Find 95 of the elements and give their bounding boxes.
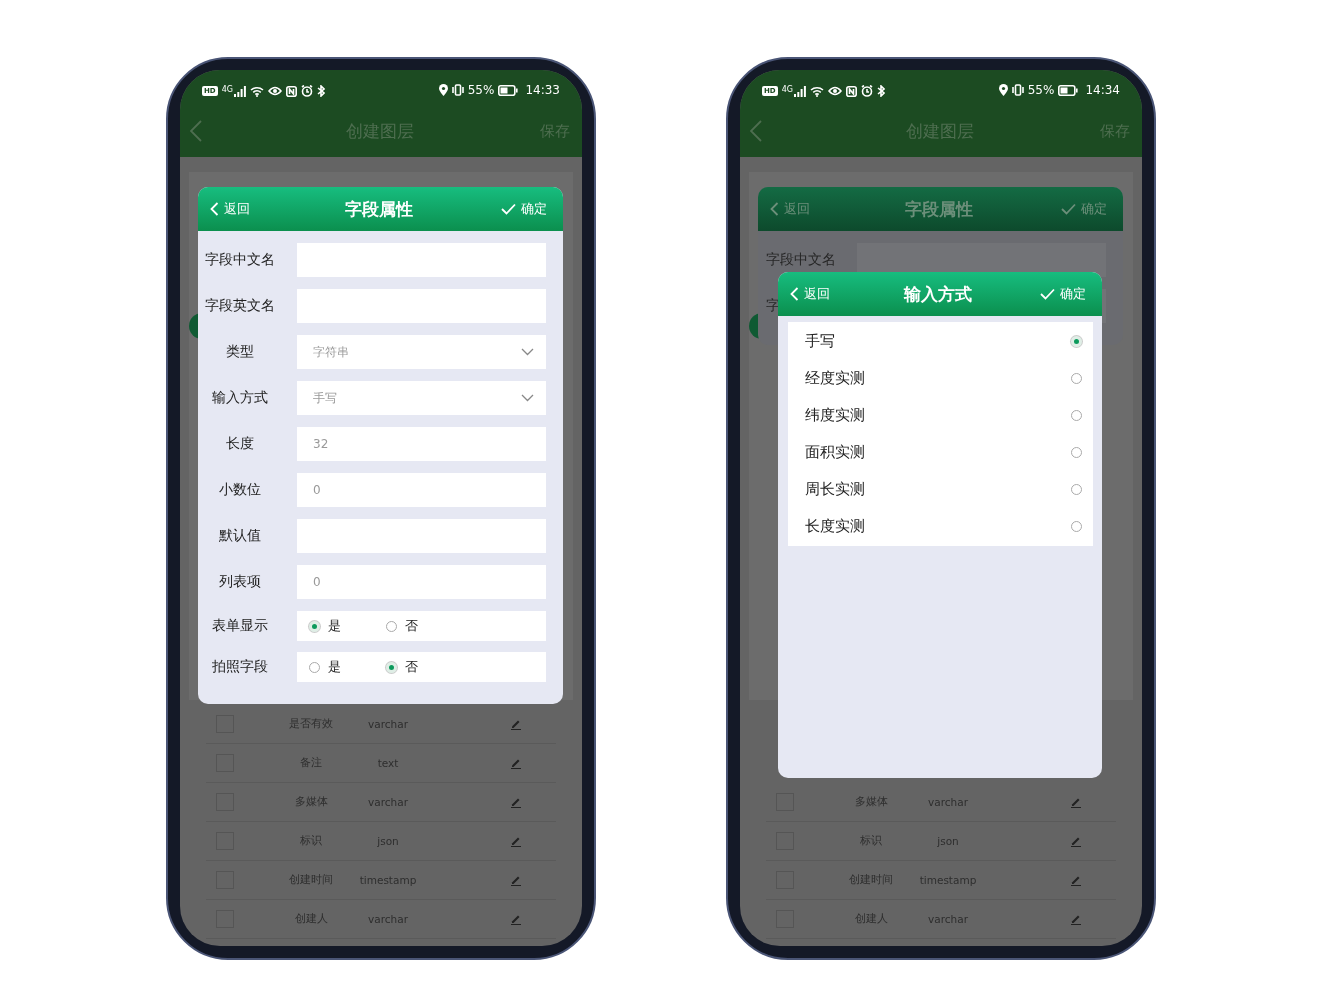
chevron-left-icon bbox=[770, 202, 779, 216]
nfc-icon bbox=[845, 85, 857, 97]
back-button[interactable]: 返回 bbox=[770, 200, 810, 218]
battery-percent: 55% bbox=[467, 83, 495, 97]
field-label: 表单显示 bbox=[211, 617, 269, 635]
vibrate-icon bbox=[1011, 84, 1024, 96]
location-pin-icon bbox=[998, 84, 1008, 96]
dialog-title: 输入方式 bbox=[904, 282, 972, 306]
option-label: 经度实测 bbox=[805, 369, 865, 388]
check-icon bbox=[1040, 288, 1055, 300]
field-label: 拍照字段 bbox=[211, 658, 269, 676]
field-label: 长度 bbox=[225, 435, 255, 453]
pencil-icon[interactable] bbox=[510, 835, 522, 847]
network-label: 4G bbox=[221, 85, 233, 94]
eye-icon bbox=[267, 86, 282, 96]
option-item[interactable]: 周长实测 bbox=[788, 471, 1093, 508]
option-label: 是 bbox=[328, 658, 341, 676]
eye-icon bbox=[827, 86, 842, 96]
input-field[interactable]: 32 bbox=[297, 427, 546, 461]
wifi-icon bbox=[809, 85, 824, 97]
battery-icon bbox=[498, 84, 519, 96]
dropdown-field[interactable]: 字符串 bbox=[297, 335, 546, 369]
chevron-down-icon bbox=[521, 348, 534, 356]
option-label: 是 bbox=[328, 617, 341, 635]
field-label: 默认值 bbox=[218, 527, 262, 545]
vibrate-icon bbox=[451, 84, 464, 96]
option-label: 长度实测 bbox=[805, 517, 865, 536]
wifi-icon bbox=[249, 85, 264, 97]
confirm-button[interactable]: 确定 bbox=[501, 200, 547, 218]
signal-icon bbox=[793, 85, 806, 97]
pencil-icon[interactable] bbox=[1070, 796, 1082, 808]
back-button[interactable]: 返回 bbox=[790, 285, 830, 303]
nfc-icon bbox=[285, 85, 297, 97]
radio-button[interactable] bbox=[1071, 521, 1082, 532]
radio-button[interactable] bbox=[309, 661, 320, 673]
dialog-title: 字段属性 bbox=[904, 197, 973, 221]
bluetooth-icon bbox=[876, 85, 885, 97]
pencil-icon[interactable] bbox=[1070, 913, 1082, 925]
radio-button[interactable] bbox=[386, 620, 397, 632]
back-icon[interactable] bbox=[190, 120, 202, 142]
input-field[interactable]: 0 bbox=[297, 565, 546, 599]
battery-icon bbox=[1058, 84, 1079, 96]
pencil-icon[interactable] bbox=[510, 718, 522, 730]
network-label: 4G bbox=[781, 85, 793, 94]
bluetooth-icon bbox=[316, 85, 325, 97]
option-label: 手写 bbox=[805, 332, 835, 351]
alarm-icon bbox=[860, 85, 873, 97]
dialog-title: 字段属性 bbox=[344, 197, 413, 221]
chevron-down-icon bbox=[521, 394, 534, 402]
chevron-left-icon bbox=[790, 287, 799, 301]
radio-button[interactable] bbox=[1071, 410, 1082, 421]
option-label: 否 bbox=[405, 658, 418, 676]
back-icon[interactable] bbox=[750, 120, 762, 142]
pencil-icon[interactable] bbox=[1070, 874, 1082, 886]
field-label: 字段英文名 bbox=[204, 297, 276, 315]
clock-time: 14:33 bbox=[525, 83, 560, 97]
field-label: 列表项 bbox=[218, 573, 262, 591]
radio-button[interactable] bbox=[1071, 447, 1082, 458]
option-item[interactable]: 面积实测 bbox=[788, 434, 1093, 471]
pencil-icon[interactable] bbox=[510, 796, 522, 808]
pencil-icon[interactable] bbox=[1070, 835, 1082, 847]
option-item[interactable]: 手写 bbox=[788, 323, 1093, 360]
confirm-button[interactable]: 确定 bbox=[1061, 200, 1107, 218]
back-button[interactable]: 返回 bbox=[210, 200, 250, 218]
clock-time: 14:34 bbox=[1085, 83, 1120, 97]
pencil-icon[interactable] bbox=[510, 913, 522, 925]
radio-button[interactable] bbox=[1071, 484, 1082, 495]
input-field[interactable] bbox=[297, 243, 546, 277]
battery-percent: 55% bbox=[1027, 83, 1055, 97]
input-field[interactable] bbox=[297, 289, 546, 323]
radio-button[interactable] bbox=[1071, 373, 1082, 384]
check-icon bbox=[1061, 203, 1076, 215]
option-item[interactable]: 纬度实测 bbox=[788, 397, 1093, 434]
signal-icon bbox=[233, 85, 246, 97]
alarm-icon bbox=[300, 85, 313, 97]
input-field[interactable] bbox=[297, 519, 546, 553]
option-item[interactable]: 经度实测 bbox=[788, 360, 1093, 397]
dropdown-field[interactable]: 手写 bbox=[297, 381, 546, 415]
option-item[interactable]: 长度实测 bbox=[788, 508, 1093, 545]
input-field[interactable]: 0 bbox=[297, 473, 546, 507]
pencil-icon[interactable] bbox=[510, 874, 522, 886]
confirm-button[interactable]: 确定 bbox=[1040, 285, 1086, 303]
field-label: 字段中文名 bbox=[765, 251, 837, 269]
option-label: 周长实测 bbox=[805, 480, 865, 499]
option-label: 否 bbox=[405, 617, 418, 635]
location-pin-icon bbox=[438, 84, 448, 96]
field-label: 输入方式 bbox=[211, 389, 269, 407]
field-label: 字段中文名 bbox=[204, 251, 276, 269]
check-icon bbox=[501, 203, 516, 215]
field-label: 类型 bbox=[225, 343, 255, 361]
field-label: 小数位 bbox=[218, 481, 262, 499]
pencil-icon[interactable] bbox=[510, 757, 522, 769]
option-label: 纬度实测 bbox=[805, 406, 865, 425]
chevron-left-icon bbox=[210, 202, 219, 216]
option-label: 面积实测 bbox=[805, 443, 865, 462]
